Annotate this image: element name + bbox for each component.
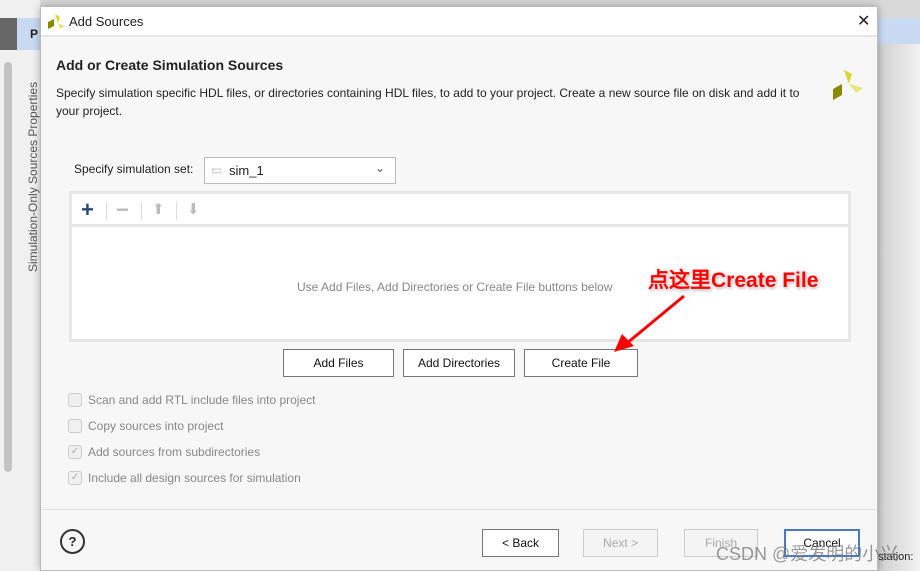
- watermark: CSDN @爱发明的小兴: [716, 544, 899, 564]
- checkbox-checked[interactable]: ✓: [68, 445, 82, 459]
- empty-hint: Use Add Files, Add Directories or Create…: [297, 280, 613, 294]
- option-copy-sources[interactable]: Copy sources into project: [68, 419, 223, 433]
- checkbox-checked[interactable]: ✓: [68, 471, 82, 485]
- back-button[interactable]: < Back: [482, 529, 559, 557]
- scrollbar[interactable]: [4, 62, 12, 472]
- file-list-toolbar: + − ⬆ ⬇: [72, 194, 848, 227]
- panel-title-letter: P: [30, 27, 39, 41]
- page-heading: Add or Create Simulation Sources: [56, 57, 284, 73]
- help-button[interactable]: ?: [60, 529, 85, 554]
- move-down-icon[interactable]: ⬇: [187, 200, 200, 218]
- checkbox[interactable]: [68, 419, 82, 433]
- option-subdirectories[interactable]: ✓ Add sources from subdirectories: [68, 445, 260, 459]
- right-panel: station:: [878, 18, 920, 571]
- page-description: Specify simulation specific HDL files, o…: [56, 86, 800, 118]
- move-up-icon[interactable]: ⬆: [152, 200, 165, 218]
- sim-set-dropdown[interactable]: ▭ sim_1 ⌄: [204, 157, 396, 184]
- sim-set-value: sim_1: [229, 163, 264, 178]
- option-label: Scan and add RTL include files into proj…: [88, 393, 316, 407]
- sim-set-label: Specify simulation set:: [74, 162, 194, 176]
- next-button[interactable]: Next >: [583, 529, 658, 557]
- chevron-down-icon: ⌄: [375, 161, 386, 175]
- option-include-design-sources[interactable]: ✓ Include all design sources for simulati…: [68, 471, 301, 485]
- annotation-arrow: [614, 294, 685, 352]
- remove-icon[interactable]: −: [116, 197, 129, 223]
- option-label: Add sources from subdirectories: [88, 445, 261, 459]
- vivado-logo-icon: [833, 70, 863, 100]
- option-label: Include all design sources for simulatio…: [88, 471, 301, 485]
- folder-icon: ▭: [211, 163, 223, 177]
- dialog-title: Add Sources: [69, 14, 144, 29]
- title-bar: Add Sources ✕: [41, 7, 877, 37]
- vivado-logo-icon: [48, 14, 65, 29]
- close-icon[interactable]: ✕: [857, 11, 870, 31]
- panel-header: [0, 18, 17, 50]
- add-icon[interactable]: +: [81, 197, 94, 223]
- add-files-button[interactable]: Add Files: [283, 349, 394, 377]
- footer-divider: [41, 509, 877, 510]
- checkbox[interactable]: [68, 393, 82, 407]
- option-scan-rtl[interactable]: Scan and add RTL include files into proj…: [68, 393, 315, 407]
- option-label: Copy sources into project: [88, 419, 224, 433]
- add-directories-button[interactable]: Add Directories: [403, 349, 515, 377]
- side-tab-properties[interactable]: Simulation-Only Sources Properties: [26, 82, 40, 272]
- left-panel: P Simulation-Only Sources Properties: [0, 0, 40, 571]
